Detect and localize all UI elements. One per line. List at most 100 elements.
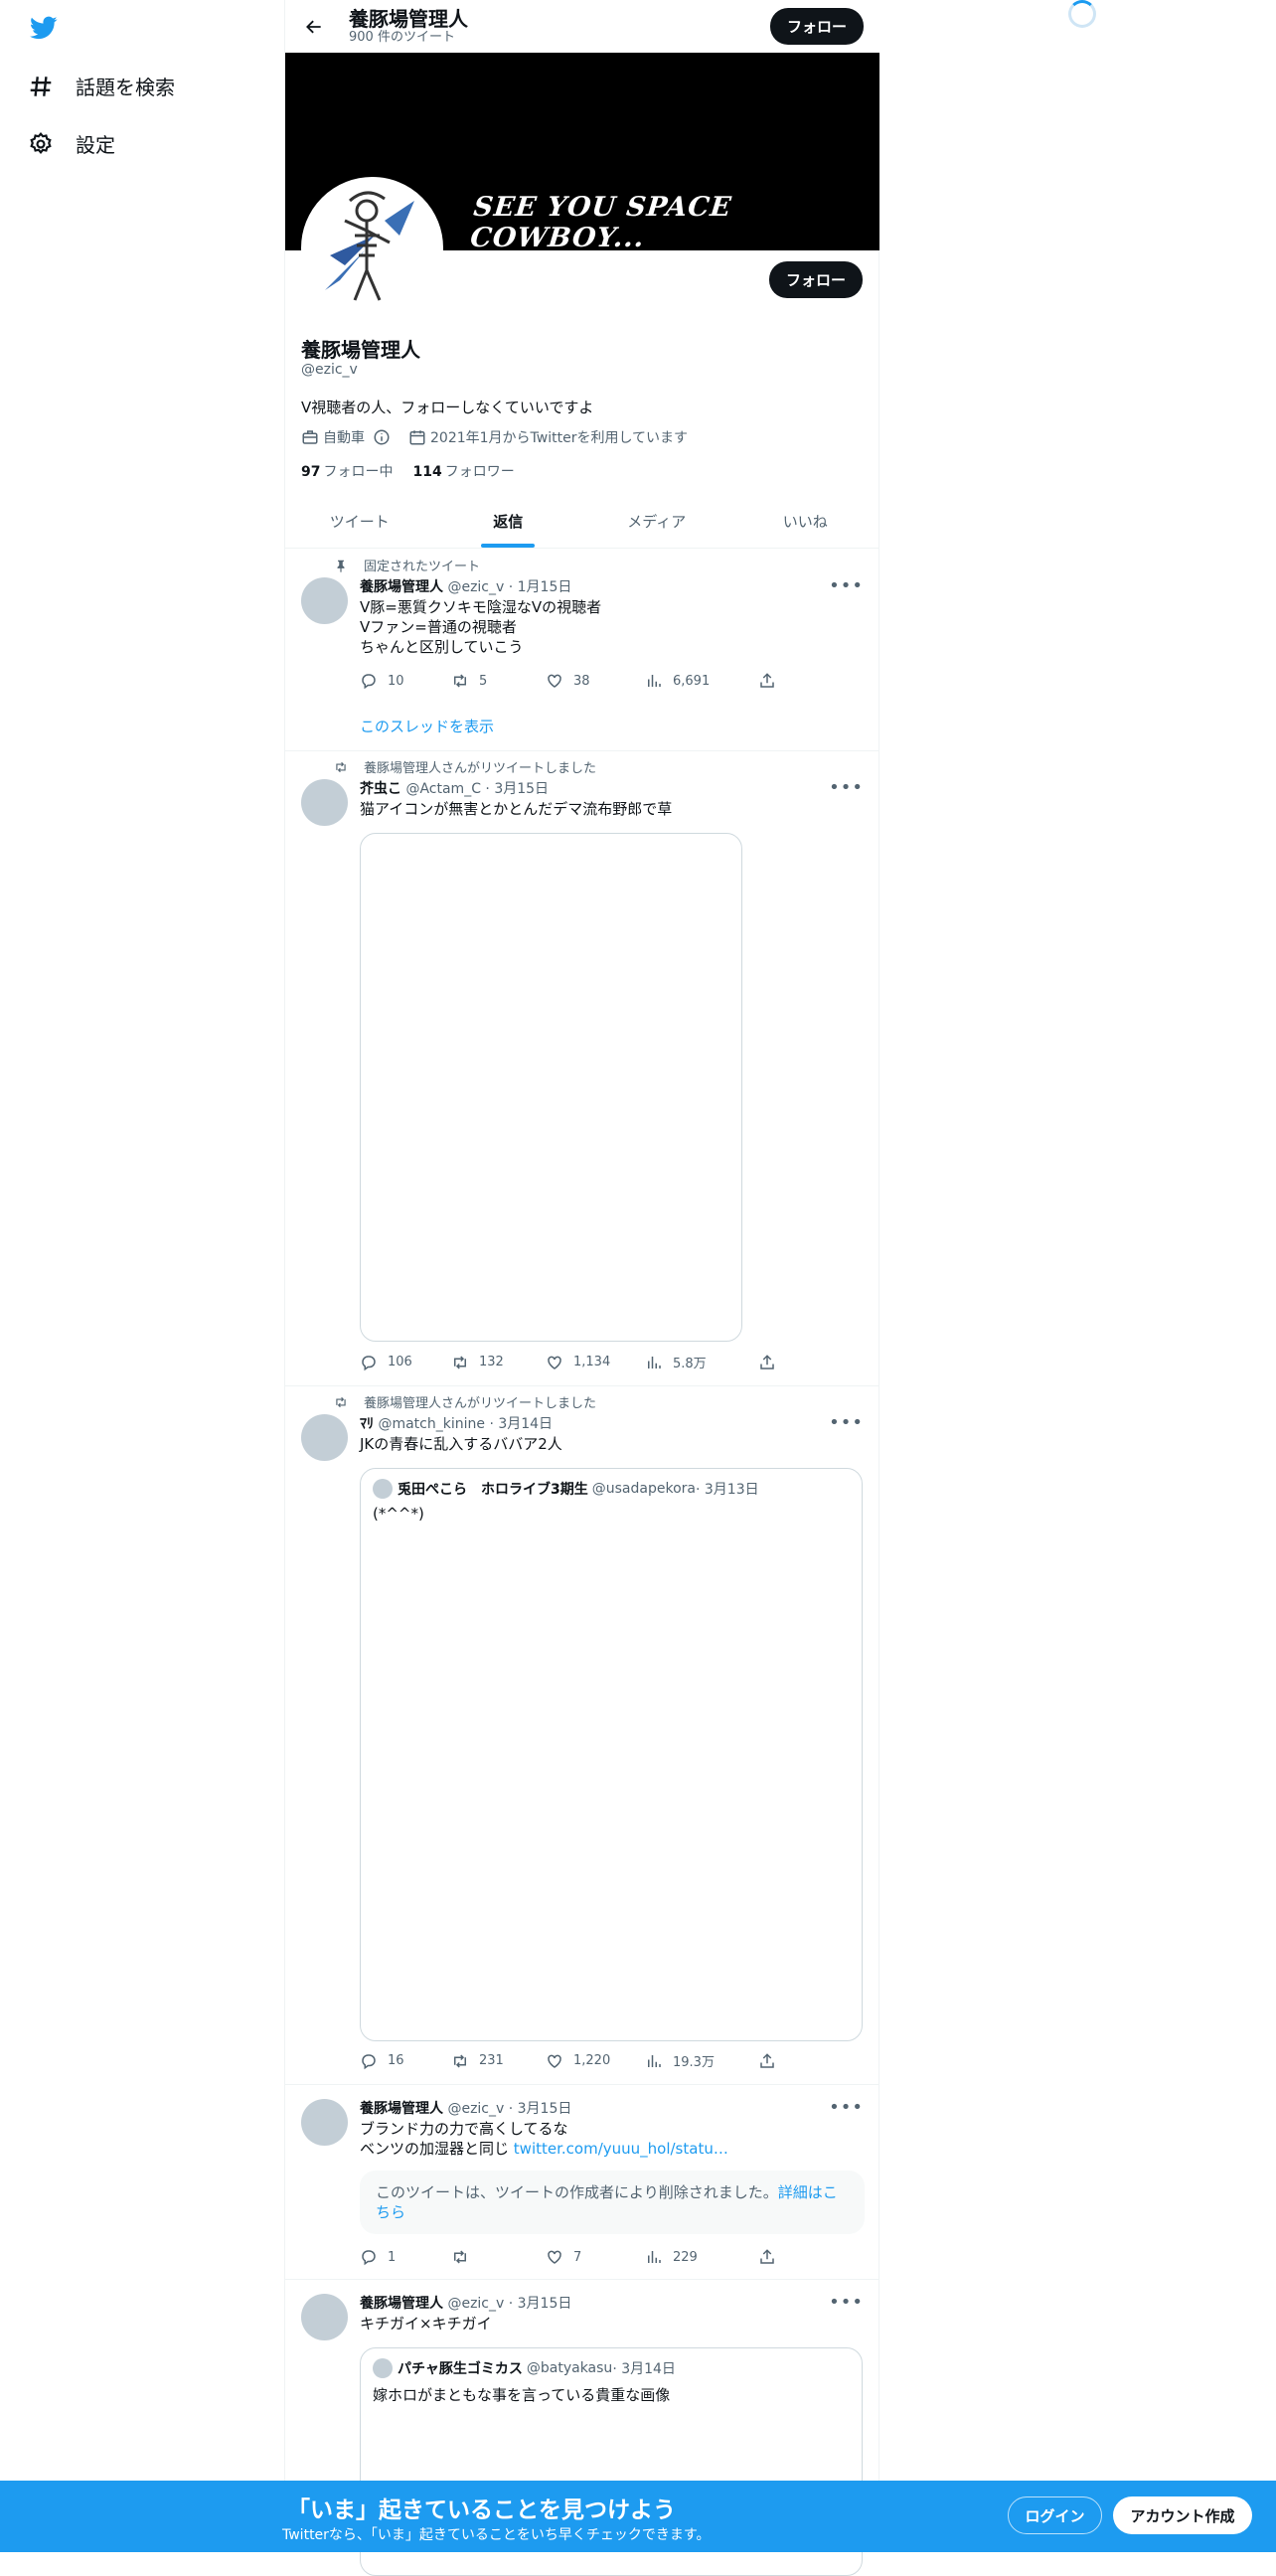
signup-bar-title: 「いま」起きていることを見つけよう bbox=[287, 2497, 676, 2523]
like-button[interactable]: 1,220 bbox=[546, 2051, 645, 2070]
share-button[interactable] bbox=[758, 2051, 786, 2070]
show-thread-link[interactable]: このスレッドを表示 bbox=[360, 716, 494, 736]
tweet-text-line: 猫アイコンが無害とかとんだデマ流布野郎で草 bbox=[360, 800, 673, 818]
reply-button[interactable]: 106 bbox=[360, 1353, 451, 1371]
tweet-date[interactable]: · 3月15日 bbox=[485, 781, 549, 797]
reply-button[interactable]: 1 bbox=[360, 2248, 451, 2266]
tweet-media[interactable] bbox=[360, 833, 742, 1342]
tweet-author-name[interactable]: ﾏﾘ bbox=[360, 1416, 374, 1432]
followers-count: 114 bbox=[412, 464, 442, 480]
tweet-text-line: ベンツの加湿器と同じ bbox=[360, 2140, 510, 2158]
views-chart-icon bbox=[648, 1356, 661, 1368]
back-button[interactable] bbox=[297, 10, 331, 44]
more-options-icon[interactable]: ••• bbox=[829, 2097, 864, 2118]
share-button[interactable] bbox=[758, 2248, 786, 2266]
tweet-author-handle[interactable]: @Actam_C bbox=[405, 781, 481, 797]
tweet-author-handle[interactable]: @ezic_v bbox=[447, 579, 504, 595]
tweet-author-name[interactable]: 養豚場管理人 bbox=[360, 2101, 443, 2117]
tweet-link[interactable]: twitter.com/yuuu_hol/statu… bbox=[514, 2140, 728, 2158]
tweet-date[interactable]: · 3月15日 bbox=[509, 2101, 572, 2117]
nav-explore[interactable]: 話題を検索 bbox=[28, 72, 175, 100]
retweet-count: 5 bbox=[479, 673, 488, 689]
more-options-icon[interactable]: ••• bbox=[829, 1412, 864, 1433]
more-options-icon[interactable]: ••• bbox=[829, 575, 864, 596]
like-button[interactable]: 38 bbox=[546, 672, 645, 690]
banner-text: SEE YOU SPACE COWBOY... bbox=[468, 192, 733, 250]
tweet-date[interactable]: · 3月15日 bbox=[509, 2296, 572, 2312]
tab-tweets[interactable]: ツイート bbox=[285, 495, 434, 548]
retweet-button[interactable] bbox=[451, 2248, 546, 2266]
like-button[interactable]: 1,134 bbox=[546, 1353, 645, 1371]
tweet-author-handle[interactable]: @match_kinine bbox=[378, 1416, 485, 1432]
more-options-icon[interactable]: ••• bbox=[829, 2292, 864, 2313]
retweet-button[interactable]: 5 bbox=[451, 672, 546, 690]
avatar[interactable] bbox=[301, 2294, 348, 2340]
tab-media[interactable]: メディア bbox=[582, 495, 731, 548]
profile-follow-button[interactable]: フォロー bbox=[769, 261, 863, 298]
pinned-label: 固定されたツイート bbox=[364, 560, 481, 574]
twitter-bird-icon[interactable] bbox=[28, 14, 60, 42]
reply-icon bbox=[362, 674, 376, 690]
reply-count: 1 bbox=[388, 2249, 397, 2265]
header-title: 養豚場管理人 900 件のツイート bbox=[349, 8, 468, 46]
share-button[interactable] bbox=[758, 1353, 786, 1371]
avatar[interactable] bbox=[301, 2099, 348, 2146]
profile-tabs: ツイート 返信 メディア いいね bbox=[285, 495, 879, 549]
tweet-text-line: ブランド力の力で高くしてるな bbox=[360, 2120, 568, 2138]
nav-settings[interactable]: 設定 bbox=[28, 129, 115, 158]
tweet-author-handle[interactable]: @ezic_v bbox=[447, 2101, 504, 2117]
following-link[interactable]: 97 フォロー中 bbox=[301, 461, 393, 481]
avatar[interactable] bbox=[301, 577, 348, 624]
avatar[interactable] bbox=[301, 779, 348, 826]
followers-label: フォロワー bbox=[444, 464, 515, 480]
like-button[interactable]: 7 bbox=[546, 2248, 645, 2266]
reply-count: 16 bbox=[388, 2053, 404, 2068]
tweet-deleted-quote[interactable]: 養豚場管理人 @ezic_v · 3月15日 ••• ブランド力の力で高くしてる… bbox=[285, 2085, 879, 2280]
tweet-pinned[interactable]: 固定されたツイート 養豚場管理人 @ezic_v · 1月15日 ••• V豚=… bbox=[285, 550, 879, 751]
tweet-date[interactable]: · 1月15日 bbox=[509, 579, 572, 595]
arrow-left-icon bbox=[306, 20, 321, 33]
info-icon[interactable] bbox=[373, 428, 391, 446]
retweet-button[interactable]: 132 bbox=[451, 1353, 546, 1371]
share-icon bbox=[760, 2249, 774, 2264]
views-button[interactable]: 19.3万 bbox=[645, 2051, 758, 2070]
profile-category: 自動車 bbox=[323, 430, 365, 446]
views-button[interactable]: 229 bbox=[645, 2248, 758, 2266]
tweet-header: 養豚場管理人 @ezic_v · 1月15日 bbox=[360, 576, 571, 596]
briefcase-icon bbox=[302, 430, 318, 444]
retweet-icon bbox=[454, 1355, 466, 1369]
deleted-tweet-notice: このツイートは、ツイートの作成者により削除されました。詳細はこちら bbox=[360, 2171, 865, 2234]
avatar[interactable] bbox=[301, 1414, 348, 1461]
tweet-retweet-1[interactable]: 養豚場管理人さんがリツイートしました 芥虫こ @Actam_C · 3月15日 … bbox=[285, 751, 879, 1386]
calendar-icon bbox=[409, 430, 425, 445]
reply-button[interactable]: 10 bbox=[360, 672, 451, 690]
heart-icon bbox=[548, 2054, 561, 2068]
quoted-tweet[interactable]: 兎田ぺこら ホロライブ3期生 @usadapekora · 3月13日 (*^^… bbox=[360, 1468, 863, 2041]
retweet-icon bbox=[454, 2053, 466, 2068]
tweet-author-name[interactable]: 芥虫こ bbox=[360, 781, 401, 797]
profile-meta: 自動車 2021年1月からTwitterを利用しています bbox=[301, 427, 688, 447]
profile-avatar[interactable] bbox=[301, 177, 443, 319]
tab-likes[interactable]: いいね bbox=[731, 495, 880, 548]
tab-replies[interactable]: 返信 bbox=[434, 495, 583, 548]
tweet-date[interactable]: · 3月14日 bbox=[489, 1416, 553, 1432]
reply-button[interactable]: 16 bbox=[360, 2051, 451, 2070]
tweet-retweet-2[interactable]: 養豚場管理人さんがリツイートしました ﾏﾘ @match_kinine · 3月… bbox=[285, 1386, 879, 2085]
tweet-author-name[interactable]: 養豚場管理人 bbox=[360, 579, 443, 595]
share-button[interactable] bbox=[758, 672, 786, 690]
tweet-text-line: ちゃんと区別していこう bbox=[360, 638, 524, 656]
signup-button[interactable]: アカウント作成 bbox=[1113, 2496, 1252, 2534]
tweet-text-line: V豚=悪質クソキモ陰湿なVの視聴者 bbox=[360, 598, 602, 616]
quoted-author-handle: @batyakasu bbox=[526, 2360, 613, 2376]
tweet-author-handle[interactable]: @ezic_v bbox=[447, 2296, 504, 2312]
share-icon bbox=[760, 1354, 774, 1369]
login-button[interactable]: ログイン bbox=[1008, 2496, 1102, 2534]
views-button[interactable]: 5.8万 bbox=[645, 1353, 758, 1371]
retweet-button[interactable]: 231 bbox=[451, 2051, 546, 2070]
tweet-author-name[interactable]: 養豚場管理人 bbox=[360, 2296, 443, 2312]
more-options-icon[interactable]: ••• bbox=[829, 777, 864, 798]
header-follow-button[interactable]: フォロー bbox=[770, 8, 864, 45]
signup-bar: 「いま」起きていることを見つけよう Twitterなら、「いま」起きていることを… bbox=[0, 2481, 1276, 2552]
views-button[interactable]: 6,691 bbox=[645, 672, 758, 690]
followers-link[interactable]: 114 フォロワー bbox=[412, 461, 514, 481]
